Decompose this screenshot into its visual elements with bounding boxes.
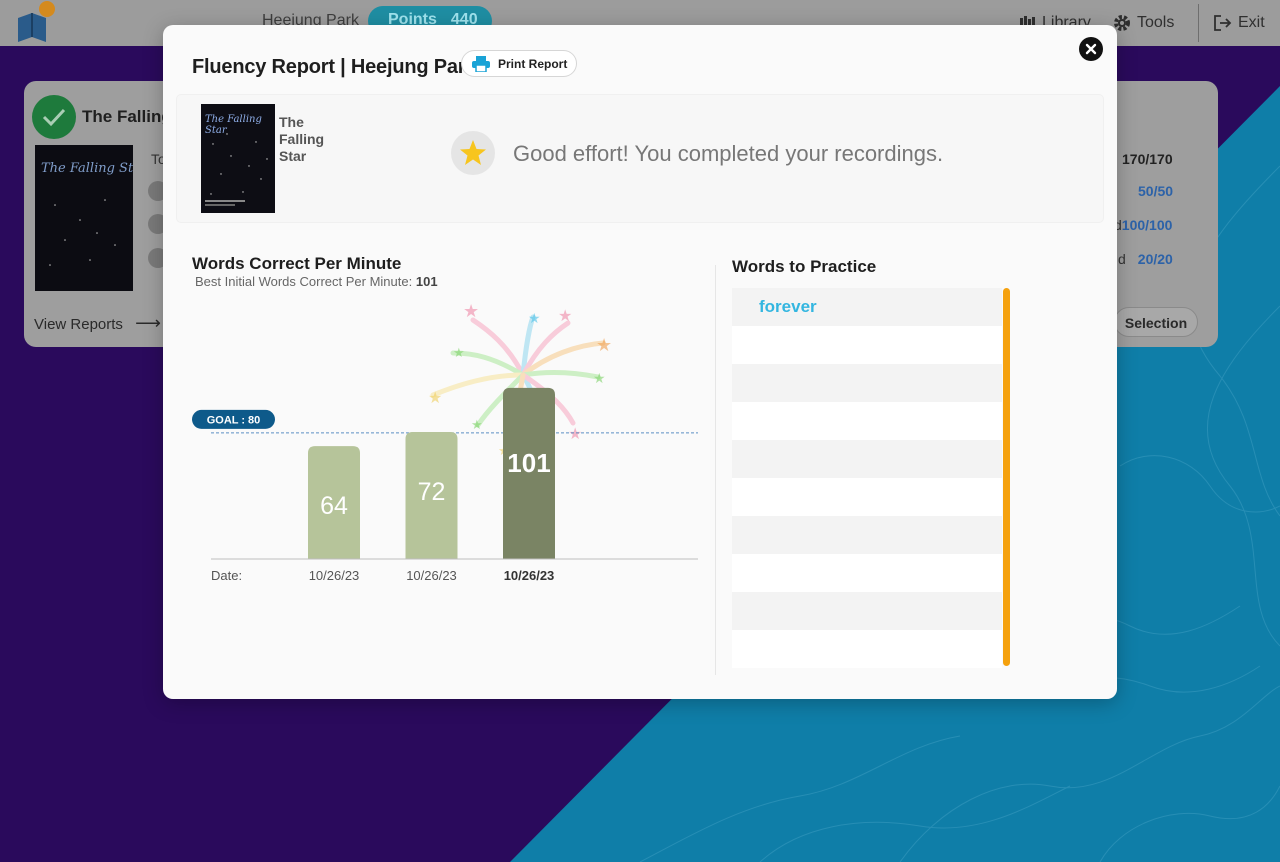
practice-word-row	[732, 592, 1002, 630]
star-icon	[460, 140, 486, 165]
stat-2: 50/50	[1138, 183, 1174, 199]
x-tick-label: 10/26/23	[309, 568, 360, 583]
words-to-practice-list[interactable]: forever	[732, 288, 1002, 668]
book-card-title[interactable]: The Falling	[82, 107, 172, 127]
words-list-scrollbar[interactable]	[1003, 288, 1010, 666]
words-to-practice-title: Words to Practice	[732, 257, 877, 276]
wcpm-chart: ★ ★ ★ ★ ★ ★ ★ ★ ★ ★ ★ GOAL : 80 6472101 …	[188, 295, 708, 595]
practice-word-row	[732, 364, 1002, 402]
svg-text:★: ★	[528, 310, 541, 326]
book-card-cover[interactable]: The Falling Star	[35, 145, 148, 291]
practice-word-row	[732, 440, 1002, 478]
bar-value-label: 101	[507, 448, 550, 478]
nav-divider	[1198, 4, 1199, 42]
nav-tools-label: Tools	[1137, 14, 1175, 31]
date-axis-label: Date:	[211, 568, 242, 583]
book-cover: The Falling Star	[201, 104, 275, 213]
x-tick-label: 10/26/23	[504, 568, 555, 583]
svg-text:★: ★	[428, 390, 442, 407]
goal-line-group: GOAL : 80	[192, 409, 698, 434]
section-divider	[715, 265, 716, 675]
app-logo-icon[interactable]	[14, 0, 60, 46]
svg-text:★: ★	[596, 335, 612, 355]
svg-text:★: ★	[568, 426, 582, 443]
nav-exit-label: Exit	[1238, 14, 1265, 31]
result-message: Good effort! You completed your recordin…	[513, 141, 944, 166]
stat-total: 170/170	[1122, 151, 1173, 167]
printer-icon	[472, 55, 490, 72]
practice-word-row	[732, 516, 1002, 554]
arrow-right-icon: ⟶	[135, 313, 161, 333]
fluency-report-modal: Fluency Report | Heejung Park Print Repo…	[163, 25, 1117, 699]
report-summary: The Falling Star The Falling Star Good e…	[177, 95, 1103, 222]
print-report-button[interactable]: Print Report	[461, 50, 577, 77]
modal-title: Fluency Report | Heejung Park	[192, 56, 477, 78]
wcpm-subtitle: Best Initial Words Correct Per Minute: 1…	[195, 274, 438, 289]
nav-tools[interactable]: Tools	[1113, 14, 1174, 32]
svg-text:The Falling Star: The Falling Star	[41, 161, 133, 176]
practice-word-row	[732, 402, 1002, 440]
wcpm-title: Words Correct Per Minute	[192, 254, 402, 273]
x-tick-labels: 10/26/23 10/26/23 10/26/23	[309, 568, 555, 583]
stat-4-value: 20/20	[1137, 251, 1173, 267]
close-button[interactable]	[1079, 37, 1103, 61]
bar-value-label: 64	[320, 492, 348, 520]
svg-text:★: ★	[558, 308, 572, 325]
svg-text:★: ★	[593, 370, 606, 386]
stat-3-value: 100/100	[1121, 217, 1173, 233]
completed-check-icon	[32, 95, 76, 139]
close-icon	[1085, 43, 1097, 55]
stat-3: d100/100	[1114, 217, 1172, 233]
svg-text:★: ★	[463, 301, 479, 321]
svg-text:★: ★	[453, 345, 465, 360]
view-reports-label: View Reports	[34, 316, 123, 333]
book-title: The Falling Star	[279, 114, 325, 164]
practice-word-row	[732, 630, 1002, 668]
practice-word-row	[732, 326, 1002, 364]
star-badge	[451, 131, 495, 175]
wcpm-subtitle-value: 101	[415, 274, 438, 289]
x-tick-label: 10/26/23	[406, 568, 457, 583]
bar-value-label: 72	[418, 478, 446, 506]
stat-4-prefix: d	[1118, 251, 1126, 267]
view-reports-link[interactable]: View Reports ⟶	[34, 313, 161, 334]
wcpm-subtitle-label: Best Initial Words Correct Per Minute:	[195, 274, 413, 289]
nav-exit[interactable]: Exit	[1214, 14, 1265, 32]
selection-button[interactable]: Selection	[1114, 307, 1198, 337]
goal-label: GOAL : 80	[207, 414, 261, 426]
exit-icon	[1214, 15, 1232, 31]
stat-4: d 20/20	[1118, 251, 1173, 267]
svg-text:★: ★	[471, 417, 483, 432]
practice-word-row	[732, 554, 1002, 592]
practice-word-row[interactable]: forever	[732, 288, 1002, 326]
bars-group: 64 72 101	[308, 387, 555, 559]
print-report-label: Print Report	[498, 56, 568, 71]
practice-word-row	[732, 478, 1002, 516]
